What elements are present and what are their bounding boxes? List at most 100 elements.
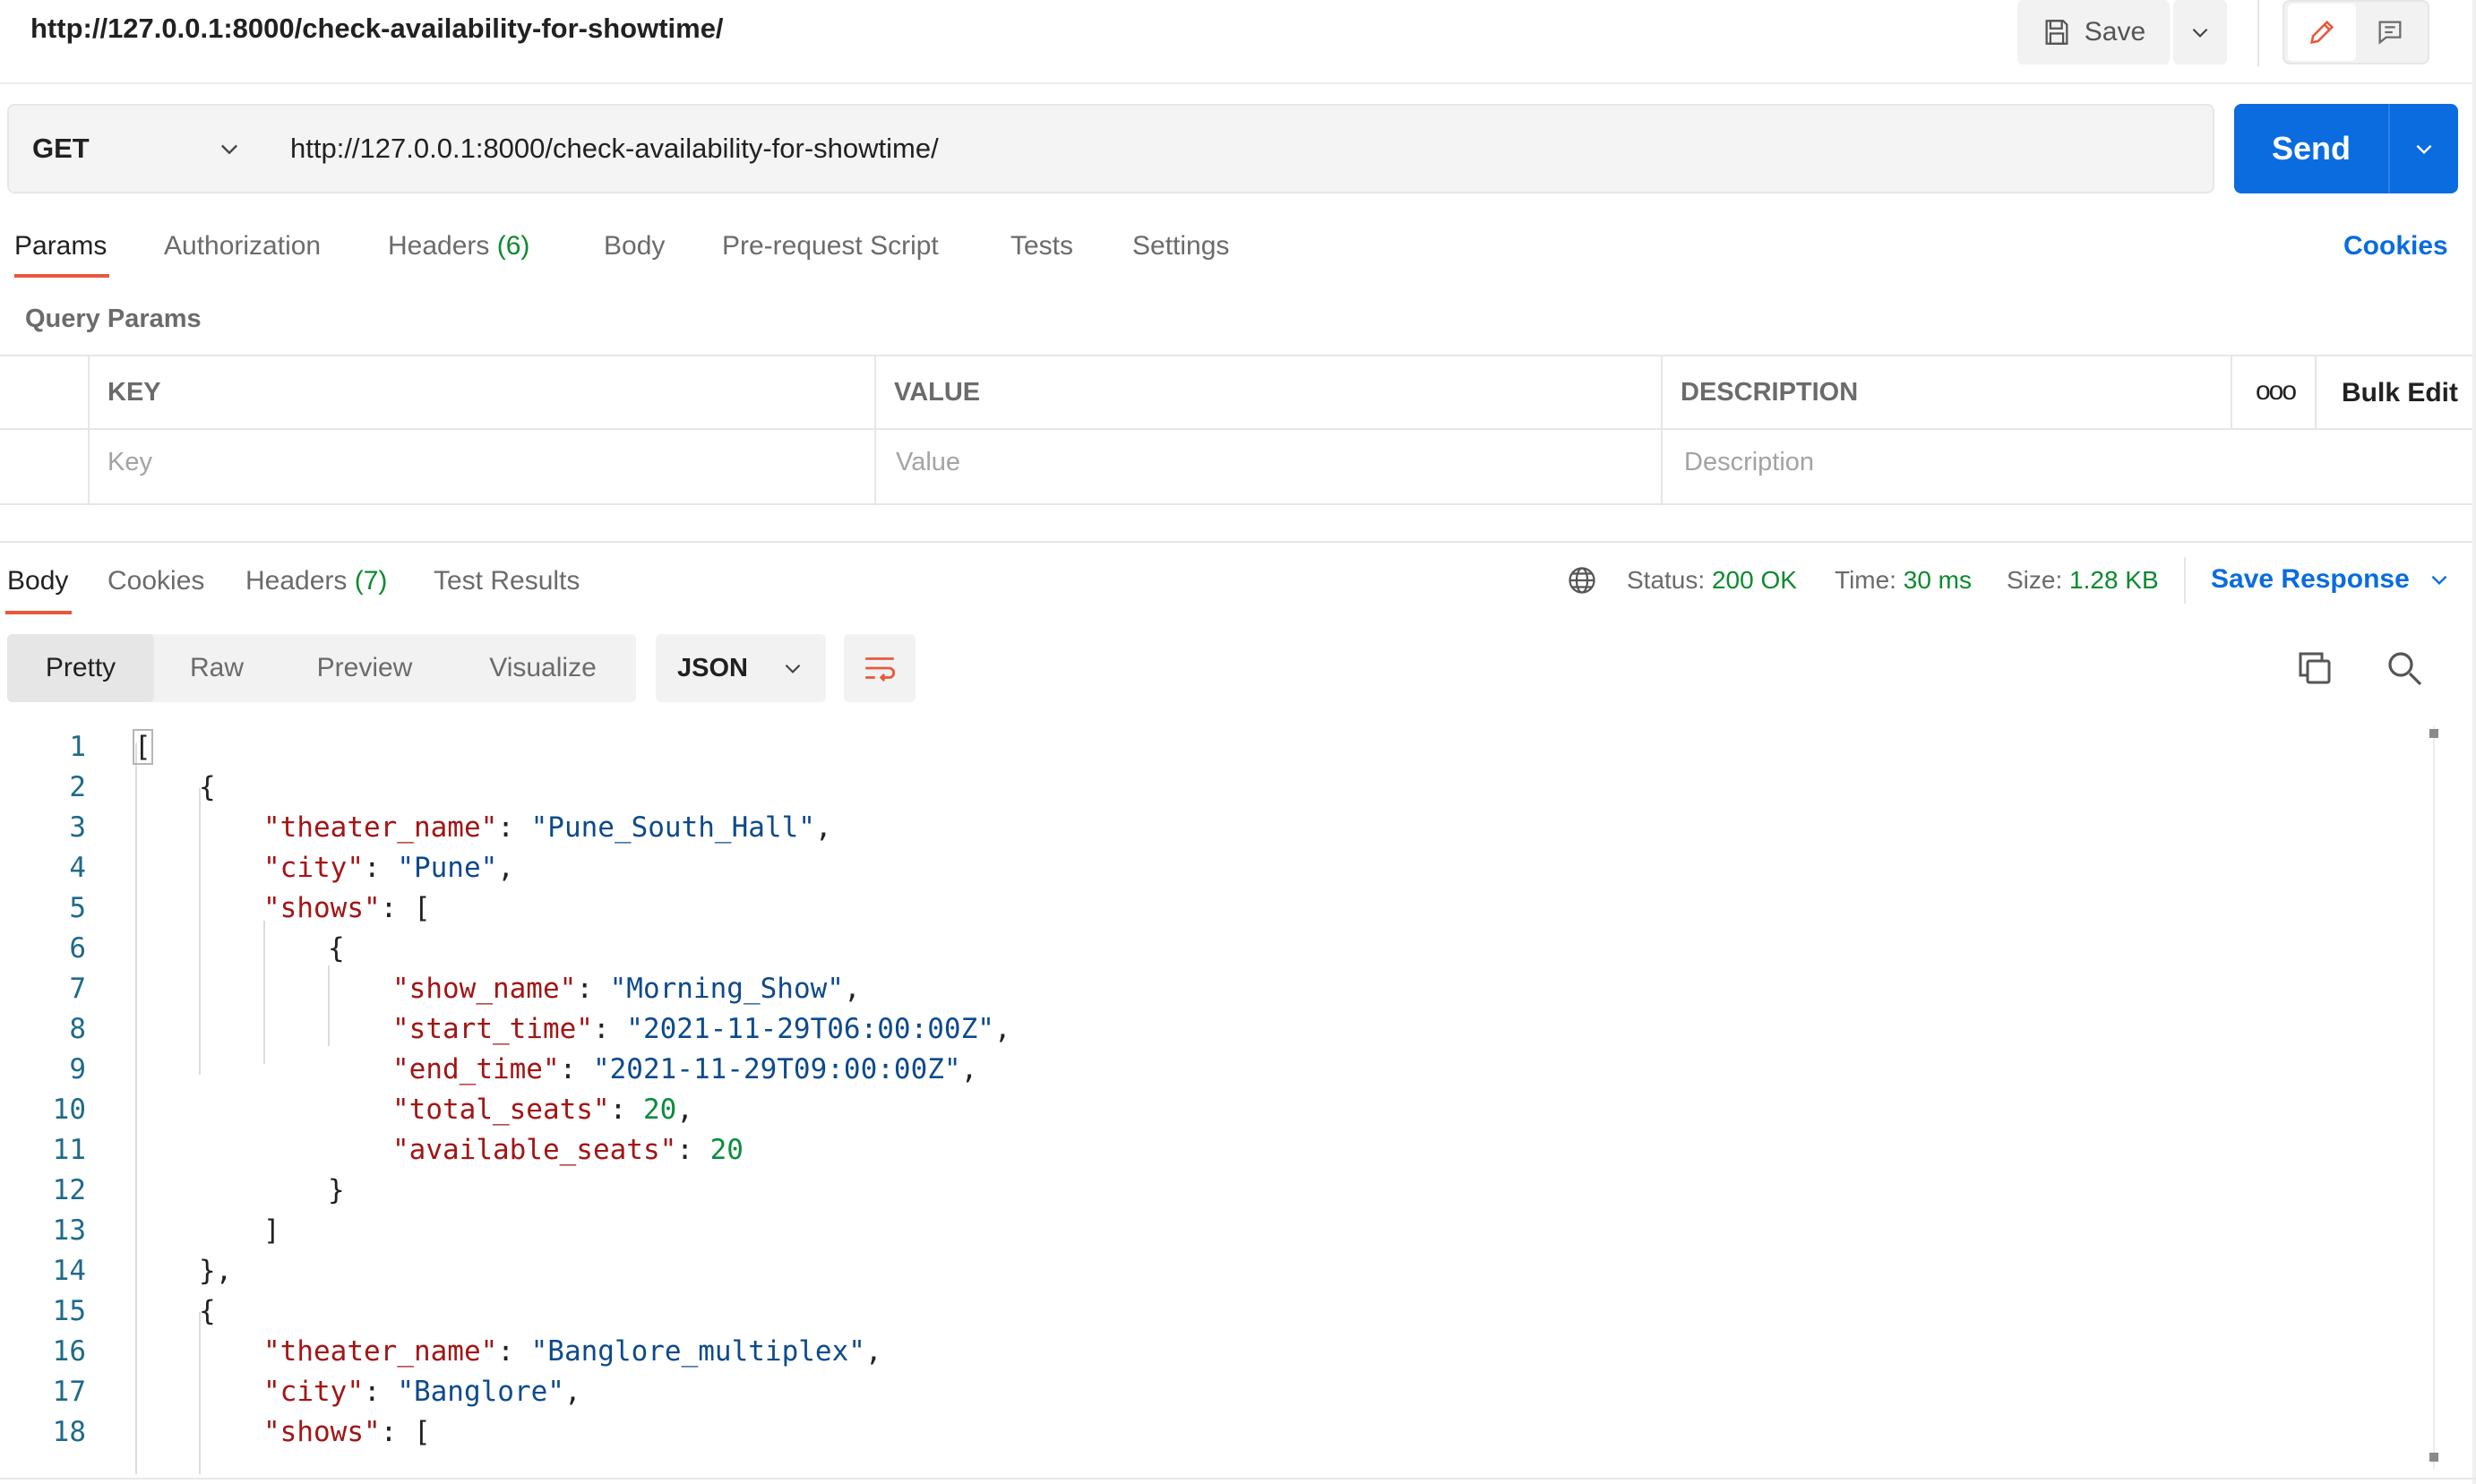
code-token: : — [676, 1134, 710, 1166]
code-token: , — [497, 852, 514, 884]
response-tab-headers[interactable]: Headers (7) — [245, 566, 387, 596]
query-params-table: KEY VALUE DESCRIPTION ooo Bulk Edit — [0, 355, 2476, 505]
time-readout[interactable]: Time: 30 ms — [1835, 566, 1972, 595]
send-button[interactable]: Send — [2234, 104, 2388, 193]
response-tab-cookies[interactable]: Cookies — [107, 566, 204, 596]
code-content: "shows": [ — [263, 1412, 431, 1453]
code-token: , — [814, 811, 832, 844]
send-dropdown-button[interactable] — [2388, 104, 2458, 193]
code-content: "theater_name": "Pune_South_Hall", — [263, 808, 832, 848]
code-line: 12} — [0, 1171, 2419, 1211]
code-content: "city": "Banglore", — [263, 1372, 581, 1412]
panel-divider[interactable] — [0, 541, 2476, 543]
code-content: { — [328, 929, 345, 969]
view-visualize[interactable]: Visualize — [450, 634, 636, 702]
code-token: "Pune" — [397, 852, 498, 884]
line-number: 10 — [52, 1094, 86, 1126]
code-token: "shows" — [263, 892, 381, 924]
copy-icon[interactable] — [2293, 647, 2336, 690]
wrap-lines-button[interactable] — [844, 634, 916, 702]
response-tab-headers-label: Headers — [245, 566, 348, 596]
code-line: 9 "end_time": "2021-11-29T09:00:00Z", — [0, 1050, 2419, 1090]
size-readout[interactable]: Size: 1.28 KB — [2007, 566, 2159, 595]
code-token: 20 — [709, 1134, 744, 1166]
code-token: , — [960, 1053, 978, 1085]
code-token: "2021-11-29T06:00:00Z" — [626, 1013, 994, 1045]
format-select[interactable]: JSON — [656, 634, 826, 702]
code-token: , — [843, 973, 861, 1005]
code-token: , — [676, 1094, 693, 1126]
tab-authorization[interactable]: Authorization — [164, 231, 321, 262]
code-token: [ — [133, 729, 153, 765]
response-tab-body[interactable]: Body — [7, 566, 68, 596]
param-value-input[interactable] — [896, 448, 1648, 477]
column-header-key: KEY — [107, 378, 161, 407]
view-preview[interactable]: Preview — [279, 634, 450, 702]
code-content: } — [328, 1171, 345, 1211]
code-token: "total_seats" — [392, 1094, 610, 1126]
globe-icon[interactable] — [1566, 564, 1598, 596]
line-number: 2 — [69, 771, 86, 803]
request-title[interactable]: http://127.0.0.1:8000/check-availability… — [30, 13, 724, 45]
code-token: "theater_name" — [263, 811, 498, 844]
code-content: "start_time": "2021-11-29T06:00:00Z", — [392, 1009, 1011, 1050]
line-number: 12 — [52, 1174, 86, 1206]
tab-pre-request-script[interactable]: Pre-request Script — [722, 231, 939, 262]
line-number: 18 — [52, 1416, 86, 1448]
code-line: 13] — [0, 1211, 2419, 1251]
cookies-link[interactable]: Cookies — [2343, 231, 2448, 262]
toolbar-divider — [2257, 0, 2259, 66]
response-tab-test-results[interactable]: Test Results — [434, 566, 580, 596]
view-raw[interactable]: Raw — [154, 634, 279, 702]
code-token: ] — [263, 1214, 280, 1247]
bulk-edit-button[interactable]: Bulk Edit — [2342, 378, 2458, 408]
code-token: : [ — [380, 1416, 431, 1448]
comments-mode-button[interactable] — [2356, 4, 2424, 61]
table-row — [0, 432, 2476, 505]
method-select[interactable]: GET — [7, 104, 267, 193]
code-content: "show_name": "Morning_Show", — [392, 969, 861, 1009]
tab-settings[interactable]: Settings — [1132, 231, 1229, 262]
code-token: }, — [199, 1255, 233, 1287]
column-header-value: VALUE — [894, 378, 981, 407]
line-number: 13 — [52, 1214, 86, 1247]
save-button[interactable]: Save — [2017, 0, 2170, 64]
code-token: 20 — [642, 1094, 677, 1126]
code-line: 11 "available_seats": 20 — [0, 1130, 2419, 1171]
scroll-down-arrow[interactable] — [2429, 1453, 2438, 1462]
code-token: "Morning_Show" — [609, 973, 844, 1005]
code-line: 18 "shows": [ — [0, 1412, 2419, 1453]
save-response-button[interactable]: Save Response — [2211, 564, 2451, 595]
active-tab-indicator — [14, 274, 109, 278]
code-line: 3 "theater_name": "Pune_South_Hall", — [0, 808, 2419, 848]
code-token: , — [563, 1376, 581, 1408]
response-body-viewer[interactable]: 1[2{3 "theater_name": "Pune_South_Hall", 4… — [0, 725, 2428, 1474]
tab-body[interactable]: Body — [604, 231, 665, 262]
more-options-button[interactable]: ooo — [2256, 376, 2297, 407]
code-token: : — [609, 1094, 643, 1126]
code-content: "available_seats": 20 — [392, 1130, 744, 1171]
time-value: 30 ms — [1903, 566, 1972, 594]
scroll-up-arrow[interactable] — [2429, 729, 2438, 738]
search-icon[interactable] — [2383, 647, 2426, 690]
tab-params[interactable]: Params — [14, 231, 107, 262]
vertical-scrollbar[interactable] — [2429, 725, 2440, 1469]
status-readout[interactable]: Status: 200 OK — [1627, 566, 1797, 595]
code-token: "Banglore" — [397, 1376, 564, 1408]
url-input[interactable] — [290, 133, 2213, 165]
chevron-down-icon — [2416, 144, 2432, 155]
tab-headers[interactable]: Headers (6) — [388, 231, 529, 262]
code-content: "city": "Pune", — [263, 848, 514, 888]
param-description-input[interactable] — [1684, 448, 2455, 477]
code-token: : — [497, 1335, 531, 1368]
line-number: 1 — [69, 731, 86, 763]
save-disk-icon — [2045, 20, 2068, 45]
code-line: 8 "start_time": "2021-11-29T06:00:00Z", — [0, 1009, 2419, 1050]
edit-mode-button[interactable] — [2288, 4, 2356, 61]
code-line: 5 "shows": [ — [0, 888, 2419, 929]
view-pretty[interactable]: Pretty — [7, 634, 154, 702]
save-dropdown-button[interactable] — [2173, 0, 2227, 64]
code-token: , — [993, 1013, 1011, 1045]
param-key-input[interactable] — [107, 448, 860, 477]
tab-tests[interactable]: Tests — [1010, 231, 1073, 262]
